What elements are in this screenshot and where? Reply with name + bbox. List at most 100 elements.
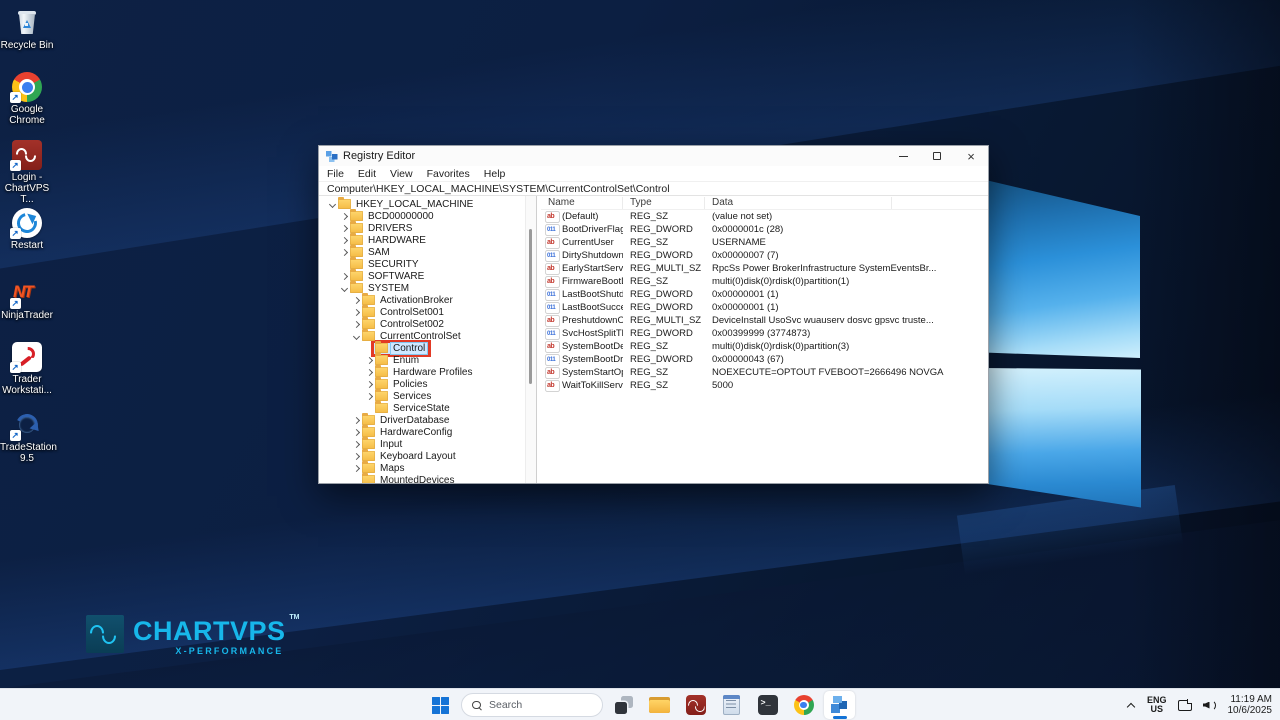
scrollbar-thumb[interactable] <box>529 229 532 384</box>
desktop-icon[interactable]: NinjaTrader <box>0 278 54 321</box>
desktop-icon[interactable]: Login - ChartVPS T... <box>0 140 54 205</box>
language-indicator[interactable]: ENG US <box>1147 696 1167 715</box>
tree-item[interactable]: Policies <box>319 378 525 390</box>
tree-item[interactable]: CurrentControlSet <box>319 330 525 342</box>
close-button[interactable]: × <box>954 146 988 166</box>
volume-icon[interactable] <box>1203 699 1217 711</box>
value-row[interactable]: CurrentUser REG_SZ USERNAME <box>541 236 988 249</box>
chartvps-trader-button[interactable] <box>680 691 711 719</box>
tree-chevron-icon[interactable] <box>339 286 349 291</box>
tree-item[interactable]: Keyboard Layout <box>319 450 525 462</box>
column-header-data[interactable]: Data <box>705 197 892 209</box>
menu-item[interactable]: Favorites <box>427 168 470 180</box>
tree-chevron-icon[interactable] <box>351 466 361 471</box>
tree-chevron-icon[interactable] <box>351 418 361 423</box>
desktop-icon-label: Recycle Bin <box>0 40 54 51</box>
notepad-button[interactable] <box>716 691 747 719</box>
value-row[interactable]: LastBootShutdo... REG_DWORD 0x00000001 (… <box>541 288 988 301</box>
start-button[interactable] <box>425 691 456 719</box>
value-type-icon <box>546 342 559 352</box>
tree-item[interactable]: MountedDevices <box>319 474 525 483</box>
desktop-icon[interactable]: Recycle Bin <box>0 8 54 51</box>
value-row[interactable]: FirmwareBootD... REG_SZ multi(0)disk(0)r… <box>541 275 988 288</box>
menu-item[interactable]: File <box>327 168 344 180</box>
value-row[interactable]: SvcHostSplitThr... REG_DWORD 0x00399999 … <box>541 327 988 340</box>
tree-chevron-icon[interactable] <box>351 442 361 447</box>
tree-chevron-icon[interactable] <box>364 370 374 375</box>
address-bar[interactable]: Computer\HKEY_LOCAL_MACHINE\SYSTEM\Curre… <box>319 181 988 196</box>
tree-chevron-icon[interactable] <box>339 226 349 231</box>
value-row[interactable]: EarlyStartServices REG_MULTI_SZ RpcSs Po… <box>541 262 988 275</box>
tree-chevron-icon[interactable] <box>351 454 361 459</box>
tree-chevron-icon[interactable] <box>351 298 361 303</box>
tree-chevron-icon[interactable] <box>351 310 361 315</box>
tree-item[interactable]: Hardware Profiles <box>319 366 525 378</box>
tree-item[interactable]: ActivationBroker <box>319 294 525 306</box>
value-name: CurrentUser <box>559 237 623 248</box>
tree-chevron-icon[interactable] <box>351 430 361 435</box>
tree-chevron-icon[interactable] <box>364 358 374 363</box>
tree-chevron-icon[interactable] <box>339 274 349 279</box>
value-row[interactable]: DirtyShutdownC... REG_DWORD 0x00000007 (… <box>541 249 988 262</box>
tree-item[interactable]: Maps <box>319 462 525 474</box>
desktop-icon[interactable]: Google Chrome <box>0 72 54 126</box>
desktop-icon[interactable]: Trader Workstati... <box>0 342 54 396</box>
tree-item[interactable]: ServiceState <box>319 402 525 414</box>
chrome-button[interactable] <box>788 691 819 719</box>
tray-overflow-chevron-icon[interactable] <box>1127 701 1136 710</box>
tree-item[interactable]: DriverDatabase <box>319 414 525 426</box>
title-bar[interactable]: Registry Editor × <box>319 146 988 166</box>
tree-chevron-icon[interactable] <box>364 382 374 387</box>
value-row[interactable]: LastBootSuccee... REG_DWORD 0x00000001 (… <box>541 301 988 314</box>
menu-item[interactable]: Help <box>484 168 506 180</box>
value-name: LastBootShutdo... <box>559 289 623 300</box>
tree-item[interactable]: Control <box>319 342 525 354</box>
value-type-icon <box>546 368 559 378</box>
menu-item[interactable]: Edit <box>358 168 376 180</box>
value-type: REG_DWORD <box>623 224 705 235</box>
search-box[interactable]: Search <box>461 693 603 717</box>
tree-chevron-icon[interactable] <box>351 322 361 327</box>
task-view-button[interactable] <box>608 691 639 719</box>
maximize-button[interactable] <box>920 146 954 166</box>
desktop-icon[interactable]: Restart <box>0 208 54 251</box>
tree-chevron-icon[interactable] <box>339 214 349 219</box>
tree-chevron-icon[interactable] <box>339 238 349 243</box>
tree-chevron-icon[interactable] <box>339 250 349 255</box>
tree-item[interactable]: ControlSet002 <box>319 318 525 330</box>
tree-item-label: BCD00000000 <box>366 211 436 222</box>
tree-scrollbar[interactable] <box>525 196 536 483</box>
registry-editor-taskbar-button[interactable] <box>824 691 855 719</box>
value-row[interactable]: SystemBootDriv... REG_DWORD 0x00000043 (… <box>541 353 988 366</box>
minimize-button[interactable] <box>886 146 920 166</box>
value-row[interactable]: PreshutdownOr... REG_MULTI_SZ DeviceInst… <box>541 314 988 327</box>
value-type-icon <box>546 355 559 365</box>
value-row[interactable]: (Default) REG_SZ (value not set) <box>541 210 988 223</box>
tree-item[interactable]: Services <box>319 390 525 402</box>
value-row[interactable]: SystemStartOpti... REG_SZ NOEXECUTE=OPTO… <box>541 366 988 379</box>
tree-item[interactable]: Enum <box>319 354 525 366</box>
tree-item[interactable]: ControlSet001 <box>319 306 525 318</box>
clock[interactable]: 11:19 AM 10/6/2025 <box>1228 694 1273 716</box>
terminal-button[interactable] <box>752 691 783 719</box>
column-header-type[interactable]: Type <box>623 197 705 209</box>
value-row[interactable]: SystemBootDevi... REG_SZ multi(0)disk(0)… <box>541 340 988 353</box>
tree-chevron-icon[interactable] <box>327 202 337 207</box>
windows-start-icon <box>432 697 449 714</box>
folder-icon <box>362 475 375 483</box>
network-icon[interactable] <box>1178 699 1192 711</box>
tree-chevron-icon[interactable] <box>364 394 374 399</box>
tree-item[interactable]: HardwareConfig <box>319 426 525 438</box>
tree-chevron-icon[interactable] <box>351 334 361 339</box>
file-explorer-button[interactable] <box>644 691 675 719</box>
value-name: PreshutdownOr... <box>559 315 623 326</box>
tree-item[interactable]: Input <box>319 438 525 450</box>
value-row[interactable]: BootDriverFlags REG_DWORD 0x0000001c (28… <box>541 223 988 236</box>
desktop-icon[interactable]: TradeStation 9.5 <box>0 410 54 464</box>
value-row[interactable]: WaitToKillServic... REG_SZ 5000 <box>541 379 988 392</box>
tree-item[interactable]: SYSTEM <box>319 282 525 294</box>
column-header-name[interactable]: Name <box>541 197 623 209</box>
value-name: (Default) <box>559 211 623 222</box>
menu-item[interactable]: View <box>390 168 413 180</box>
value-type: REG_SZ <box>623 341 705 352</box>
